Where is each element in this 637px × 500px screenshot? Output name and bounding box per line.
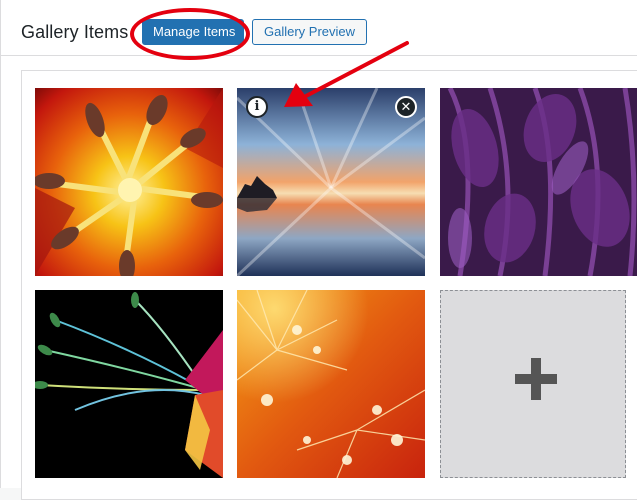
gallery-item-image[interactable] bbox=[35, 88, 223, 276]
gallery-preview-button[interactable]: Gallery Preview bbox=[252, 19, 367, 45]
plus-icon-vertical bbox=[531, 358, 541, 400]
purple-feathers-image bbox=[440, 88, 637, 276]
info-icon[interactable]: i bbox=[246, 96, 268, 118]
gallery-item-image[interactable] bbox=[237, 290, 425, 478]
sunset-lake-image bbox=[237, 88, 425, 276]
panel-header: Gallery Items Manage Items Gallery Previ… bbox=[1, 0, 637, 56]
gallery-item-image[interactable] bbox=[440, 88, 637, 276]
dandelion-image bbox=[237, 290, 425, 478]
flower-on-black-image bbox=[35, 290, 223, 478]
gallery-item-image-selected[interactable] bbox=[237, 88, 425, 276]
add-item-button[interactable] bbox=[440, 290, 626, 478]
close-icon[interactable]: ✕ bbox=[395, 96, 417, 118]
manage-items-button[interactable]: Manage Items bbox=[142, 19, 244, 45]
gallery-item-image[interactable] bbox=[35, 290, 223, 478]
panel-title: Gallery Items bbox=[21, 22, 129, 42]
lily-stamens-image bbox=[35, 88, 223, 276]
